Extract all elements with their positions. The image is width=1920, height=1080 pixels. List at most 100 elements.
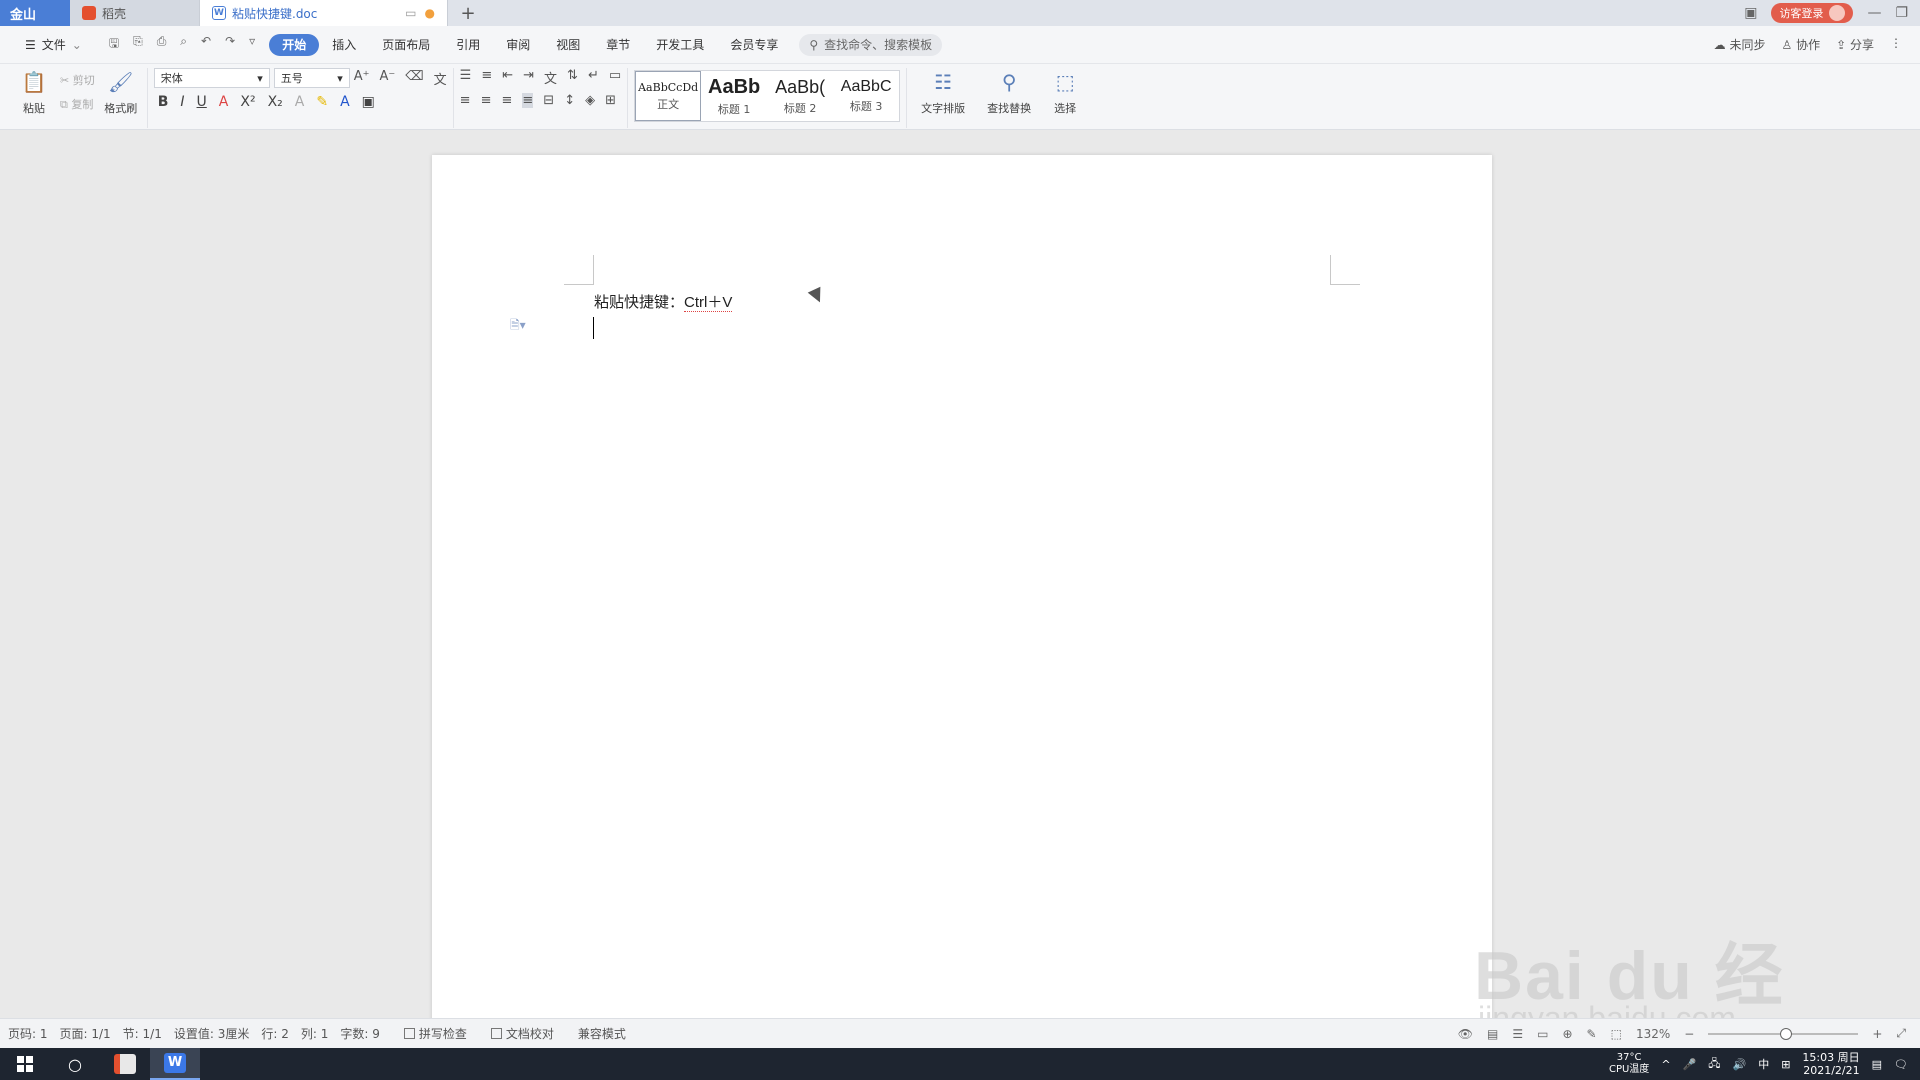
doc-proof-button[interactable]: 文档校对	[479, 1025, 566, 1042]
paste-button[interactable]: 📋 粘贴	[14, 68, 54, 116]
notes-icon[interactable]: ▤	[1872, 1058, 1882, 1071]
restore-button[interactable]: ❐	[1895, 5, 1908, 21]
web-view-icon[interactable]: ⊕	[1562, 1027, 1572, 1041]
align-center-icon[interactable]: ≡	[481, 93, 492, 108]
increase-indent-icon[interactable]: ⇥	[523, 68, 534, 87]
sort-icon[interactable]: ⇅	[567, 68, 578, 87]
home-button[interactable]: 金山	[0, 0, 70, 26]
new-tab-button[interactable]: +	[448, 0, 488, 26]
chinese-layout-icon[interactable]: 文	[544, 68, 557, 87]
status-page-number[interactable]: 页码: 1	[8, 1025, 58, 1042]
fullscreen-icon[interactable]: ⤢	[1896, 1026, 1906, 1041]
tab-icon[interactable]: ▭	[609, 68, 621, 87]
bullet-list-icon[interactable]: ☰	[460, 68, 472, 87]
network-icon[interactable]: 🖧	[1708, 1055, 1720, 1074]
status-section[interactable]: 节: 1/1	[123, 1025, 172, 1042]
cut-button[interactable]: ✂ 剪切	[60, 72, 95, 88]
tray-expand-icon[interactable]: ^	[1661, 1058, 1670, 1071]
distribute-icon[interactable]: ⊟	[543, 93, 554, 108]
shading-icon[interactable]: ◈	[585, 93, 595, 108]
style-heading-3[interactable]: AaBbC 标题 3	[833, 71, 899, 121]
guest-login-button[interactable]: 访客登录	[1771, 3, 1854, 23]
ime-grid-icon[interactable]: ⊞	[1781, 1058, 1790, 1071]
tab-chapter[interactable]: 章节	[593, 34, 643, 56]
format-painter-button[interactable]: 🖌 格式刷	[101, 68, 141, 116]
text-effect-icon[interactable]: A	[295, 94, 305, 110]
find-replace-button[interactable]: ⚲ 查找替换	[979, 68, 1039, 116]
align-left-icon[interactable]: ≡	[460, 93, 471, 108]
zoom-fit-icon[interactable]: ⬚	[1611, 1027, 1622, 1041]
output-icon[interactable]: ⎘	[133, 34, 143, 55]
status-pages[interactable]: 页面: 1/1	[60, 1025, 121, 1042]
align-justify-icon[interactable]: ≡	[522, 93, 534, 108]
zoom-level[interactable]: 132%	[1636, 1027, 1670, 1041]
shrink-font-icon[interactable]: A⁻	[379, 69, 395, 88]
font-name-select[interactable]: 宋体 ▾	[153, 68, 270, 88]
tab-view[interactable]: 视图	[543, 34, 593, 56]
command-search[interactable]: ⚲ 查找命令、搜索模板	[799, 33, 943, 56]
save-icon[interactable]: 🖫	[109, 34, 119, 55]
style-heading-1[interactable]: AaBb 标题 1	[701, 71, 767, 121]
status-setting[interactable]: 设置值: 3厘米	[174, 1025, 260, 1042]
bold-button[interactable]: B	[158, 94, 169, 110]
decrease-indent-icon[interactable]: ⇤	[502, 68, 513, 87]
status-row[interactable]: 行: 2	[261, 1025, 299, 1042]
grow-font-icon[interactable]: A⁺	[354, 69, 370, 88]
document-line-1[interactable]: 粘贴快捷键：Ctrl＋V	[594, 291, 733, 312]
taskbar-app-office[interactable]	[100, 1048, 150, 1080]
clear-format-icon[interactable]: ⌫	[405, 69, 423, 88]
sync-button[interactable]: ☁ 未同步	[1714, 36, 1766, 53]
taskbar-app-wps[interactable]: W	[150, 1048, 200, 1080]
char-border-icon[interactable]: ▣	[362, 94, 375, 110]
zoom-in-button[interactable]: +	[1872, 1027, 1882, 1041]
tab-references[interactable]: 引用	[443, 34, 493, 56]
read-view-icon[interactable]: ▭	[1537, 1027, 1548, 1041]
undo-icon[interactable]: ↶	[201, 34, 211, 55]
microphone-icon[interactable]: 🎤	[1683, 1058, 1697, 1071]
underline-button[interactable]: U	[197, 94, 207, 110]
tab-home[interactable]: 开始	[269, 33, 320, 56]
zoom-slider-handle[interactable]	[1780, 1027, 1793, 1040]
tab-developer[interactable]: 开发工具	[643, 34, 717, 56]
more-icon[interactable]: ⋮	[1890, 36, 1902, 53]
phonetic-icon[interactable]: 文	[434, 69, 447, 88]
status-word-count[interactable]: 字数: 9	[340, 1025, 390, 1042]
status-col[interactable]: 列: 1	[301, 1025, 339, 1042]
highlight-icon[interactable]: ✎	[316, 94, 328, 110]
notification-icon[interactable]: 🗨	[1894, 1058, 1908, 1071]
show-marks-icon[interactable]: ↵	[588, 68, 599, 87]
window-count-icon[interactable]: ▣	[1744, 5, 1757, 21]
tab-member[interactable]: 会员专享	[717, 34, 791, 56]
print-preview-icon[interactable]: ⌕	[180, 34, 187, 55]
style-normal[interactable]: AaBbCcDd 正文	[635, 71, 702, 121]
borders-icon[interactable]: ⊞	[605, 93, 616, 108]
cortana-button[interactable]: ○	[50, 1048, 100, 1080]
spell-check-button[interactable]: 拼写检查	[392, 1025, 479, 1042]
start-button[interactable]	[0, 1048, 50, 1080]
eye-protection-icon[interactable]: 👁	[1458, 1027, 1473, 1041]
share-button[interactable]: ⇪ 分享	[1836, 36, 1874, 53]
select-button[interactable]: ⬚ 选择	[1045, 68, 1085, 116]
align-right-icon[interactable]: ≡	[501, 93, 512, 108]
print-icon[interactable]: ⎙	[157, 34, 167, 55]
font-color-icon[interactable]: A	[340, 94, 350, 110]
zoom-out-button[interactable]: −	[1684, 1027, 1694, 1041]
text-layout-button[interactable]: ☷ 文字排版	[913, 68, 973, 116]
paragraph-layout-icon[interactable]: 🗎▾	[510, 316, 526, 337]
volume-icon[interactable]: 🔊	[1733, 1058, 1747, 1071]
redo-icon[interactable]: ↷	[225, 34, 235, 55]
page-view-icon[interactable]: ▤	[1487, 1027, 1498, 1041]
cpu-temp[interactable]: 37°C CPU温度	[1609, 1052, 1649, 1076]
line-spacing-icon[interactable]: ↕	[564, 93, 575, 108]
customize-icon[interactable]: ▿	[249, 34, 255, 55]
write-mode-icon[interactable]: ✎	[1587, 1027, 1597, 1041]
outline-view-icon[interactable]: ☰	[1512, 1027, 1523, 1041]
ime-indicator[interactable]: 中	[1758, 1056, 1769, 1072]
style-heading-2[interactable]: AaBb( 标题 2	[767, 71, 833, 121]
numbered-list-icon[interactable]: ≡	[481, 68, 492, 87]
italic-button[interactable]: I	[180, 94, 184, 110]
zoom-slider[interactable]	[1708, 1027, 1859, 1040]
strikethrough-icon[interactable]: A	[219, 94, 229, 110]
font-size-select[interactable]: 五号 ▾	[273, 68, 350, 88]
superscript-icon[interactable]: X²	[240, 94, 255, 110]
